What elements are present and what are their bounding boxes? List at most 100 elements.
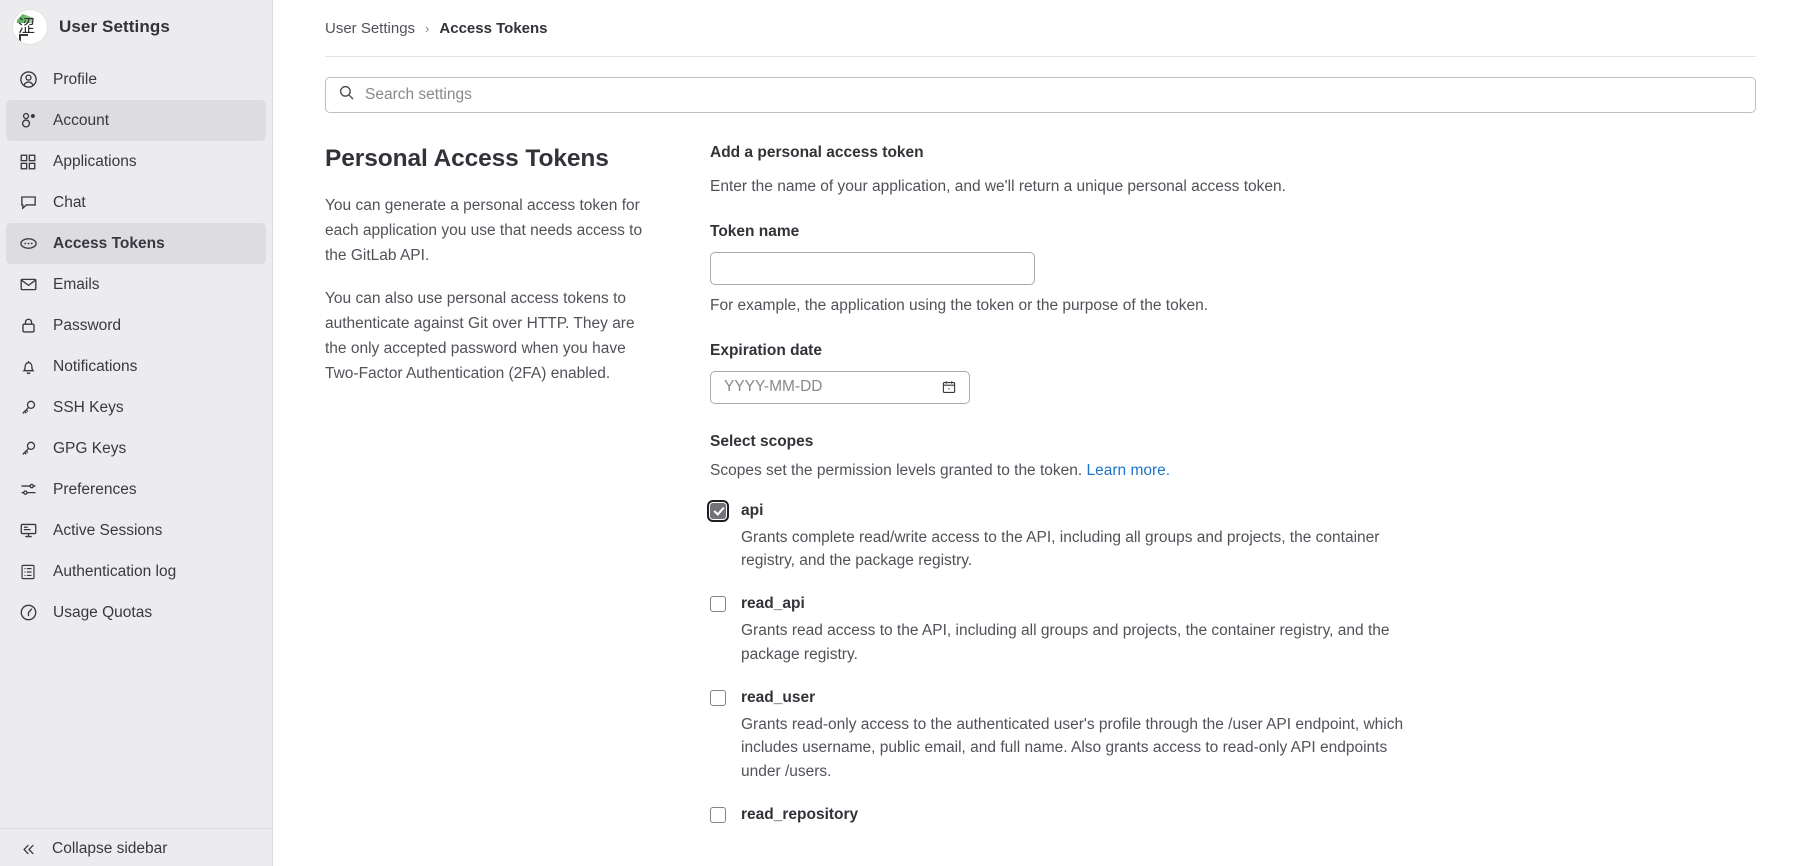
token-name-input[interactable] [710, 251, 1035, 285]
quota-gauge-icon [18, 603, 38, 623]
select-scopes-section: Select scopes Scopes set the permission … [710, 433, 1756, 480]
search-settings-field[interactable] [325, 77, 1756, 113]
avatar-corner-mark [19, 34, 28, 41]
learn-more-link[interactable]: Learn more. [1087, 462, 1171, 479]
sidebar-item-authentication-log[interactable]: Authentication log [6, 551, 266, 592]
sidebar-item-notifications[interactable]: Notifications [6, 346, 266, 387]
sidebar: 涩 User Settings Profile Account Applicat… [0, 0, 273, 866]
form-lead-text: Enter the name of your application, and … [710, 178, 1286, 195]
select-scopes-description: Scopes set the permission levels granted… [710, 462, 1756, 480]
sidebar-item-profile[interactable]: Profile [6, 59, 266, 100]
form-heading: Add a personal access token [710, 144, 924, 161]
collapse-sidebar-label: Collapse sidebar [52, 840, 168, 857]
chevron-double-left-icon [18, 839, 38, 859]
collapse-sidebar-button[interactable]: Collapse sidebar [18, 839, 254, 859]
token-name-helper: For example, the application using the t… [710, 296, 1209, 314]
sidebar-item-label: Access Tokens [53, 234, 165, 252]
description-paragraph-1: You can generate a personal access token… [325, 196, 643, 264]
scope-description-read-user: Grants read-only access to the authentic… [741, 716, 1404, 780]
expiration-date-input[interactable] [724, 378, 939, 397]
sidebar-item-label: Preferences [53, 480, 137, 498]
expiration-date-field[interactable] [710, 370, 970, 404]
scope-description-read-api: Grants read access to the API, including… [741, 622, 1390, 663]
scope-label-read-user[interactable]: read_user [741, 688, 815, 708]
account-person-icon [18, 111, 38, 131]
sidebar-item-ssh-keys[interactable]: SSH Keys [6, 387, 266, 428]
sidebar-header[interactable]: 涩 User Settings [0, 0, 272, 59]
header-divider [325, 56, 1756, 57]
sidebar-item-password[interactable]: Password [6, 305, 266, 346]
search-icon [338, 84, 355, 106]
sidebar-item-access-tokens[interactable]: Access Tokens [6, 223, 266, 264]
description-paragraph-2: You can also use personal access tokens … [325, 289, 635, 383]
sidebar-item-label: Profile [53, 70, 97, 88]
envelope-icon [18, 275, 38, 295]
sidebar-item-applications[interactable]: Applications [6, 141, 266, 182]
key-icon [18, 398, 38, 418]
sidebar-item-label: Chat [53, 193, 86, 211]
sidebar-item-usage-quotas[interactable]: Usage Quotas [6, 592, 266, 633]
scope-item-read-user: read_user Grants read-only access to the… [710, 688, 1756, 783]
sidebar-item-account[interactable]: Account [6, 100, 266, 141]
scope-checkbox-read-user[interactable] [710, 689, 726, 706]
sidebar-item-label: Password [53, 316, 122, 334]
calendar-icon[interactable] [939, 377, 959, 397]
expiration-date-label: Expiration date [710, 341, 822, 359]
search-input[interactable] [365, 86, 1743, 104]
scope-checkbox-read-repository[interactable] [710, 806, 726, 823]
sliders-icon [18, 480, 38, 500]
monitor-icon [18, 521, 38, 541]
breadcrumb-current[interactable]: Access Tokens [439, 20, 547, 37]
sidebar-item-preferences[interactable]: Preferences [6, 469, 266, 510]
main-content: User Settings › Access Tokens Personal A… [273, 0, 1808, 866]
user-avatar[interactable]: 涩 [12, 9, 48, 45]
scope-row[interactable]: read_repository [710, 805, 1756, 825]
grid-squares-icon [18, 152, 38, 172]
scope-row[interactable]: api [707, 499, 1756, 522]
add-token-form: Add a personal access token Enter the na… [707, 144, 1756, 847]
sidebar-item-label: Emails [53, 275, 100, 293]
sidebar-item-label: Usage Quotas [53, 603, 153, 621]
scope-label-read-repository[interactable]: read_repository [741, 805, 858, 825]
bell-icon [18, 357, 38, 377]
sidebar-item-chat[interactable]: Chat [6, 182, 266, 223]
scope-label-read-api[interactable]: read_api [741, 594, 805, 614]
scope-row[interactable]: read_user [710, 688, 1756, 708]
token-oval-icon [18, 234, 38, 254]
sidebar-item-gpg-keys[interactable]: GPG Keys [6, 428, 266, 469]
sidebar-item-emails[interactable]: Emails [6, 264, 266, 305]
breadcrumb: User Settings › Access Tokens [325, 0, 1756, 56]
app-root: 涩 User Settings Profile Account Applicat… [0, 0, 1808, 866]
page-title: Personal Access Tokens [325, 145, 609, 172]
key-icon [18, 439, 38, 459]
sidebar-item-active-sessions[interactable]: Active Sessions [6, 510, 266, 551]
scopes-description-text: Scopes set the permission levels granted… [710, 461, 1083, 479]
sidebar-item-label: SSH Keys [53, 398, 124, 416]
scope-row[interactable]: read_api [710, 594, 1756, 614]
sidebar-item-label: Applications [53, 152, 137, 170]
sidebar-item-label: Account [53, 111, 110, 129]
chat-bubble-icon [18, 193, 38, 213]
breadcrumb-separator-icon: › [425, 20, 430, 36]
content-columns: Personal Access Tokens You can generate … [325, 144, 1756, 847]
settings-nav: Profile Account Applications Chat Access… [0, 59, 272, 633]
sidebar-title: User Settings [59, 17, 170, 36]
scope-item-api: api Grants complete read/write access to… [707, 499, 1756, 573]
sidebar-item-label: Notifications [53, 357, 138, 375]
lock-icon [18, 316, 38, 336]
breadcrumb-parent[interactable]: User Settings [325, 20, 415, 37]
list-document-icon [18, 562, 38, 582]
description-column: Personal Access Tokens You can generate … [325, 144, 655, 386]
scope-checkbox-read-api[interactable] [710, 596, 726, 613]
token-name-label: Token name [710, 222, 800, 240]
select-scopes-label: Select scopes [710, 432, 814, 450]
sidebar-item-label: Authentication log [53, 562, 177, 580]
scope-item-read-repository: read_repository [710, 805, 1756, 825]
scope-description-api: Grants complete read/write access to the… [741, 528, 1380, 570]
scope-label-api[interactable]: api [741, 501, 763, 521]
scope-checkbox-api[interactable] [707, 499, 729, 522]
user-circle-icon [18, 70, 38, 90]
sidebar-item-label: GPG Keys [53, 439, 127, 457]
sidebar-item-label: Active Sessions [53, 521, 163, 539]
scope-item-read-api: read_api Grants read access to the API, … [710, 594, 1756, 666]
